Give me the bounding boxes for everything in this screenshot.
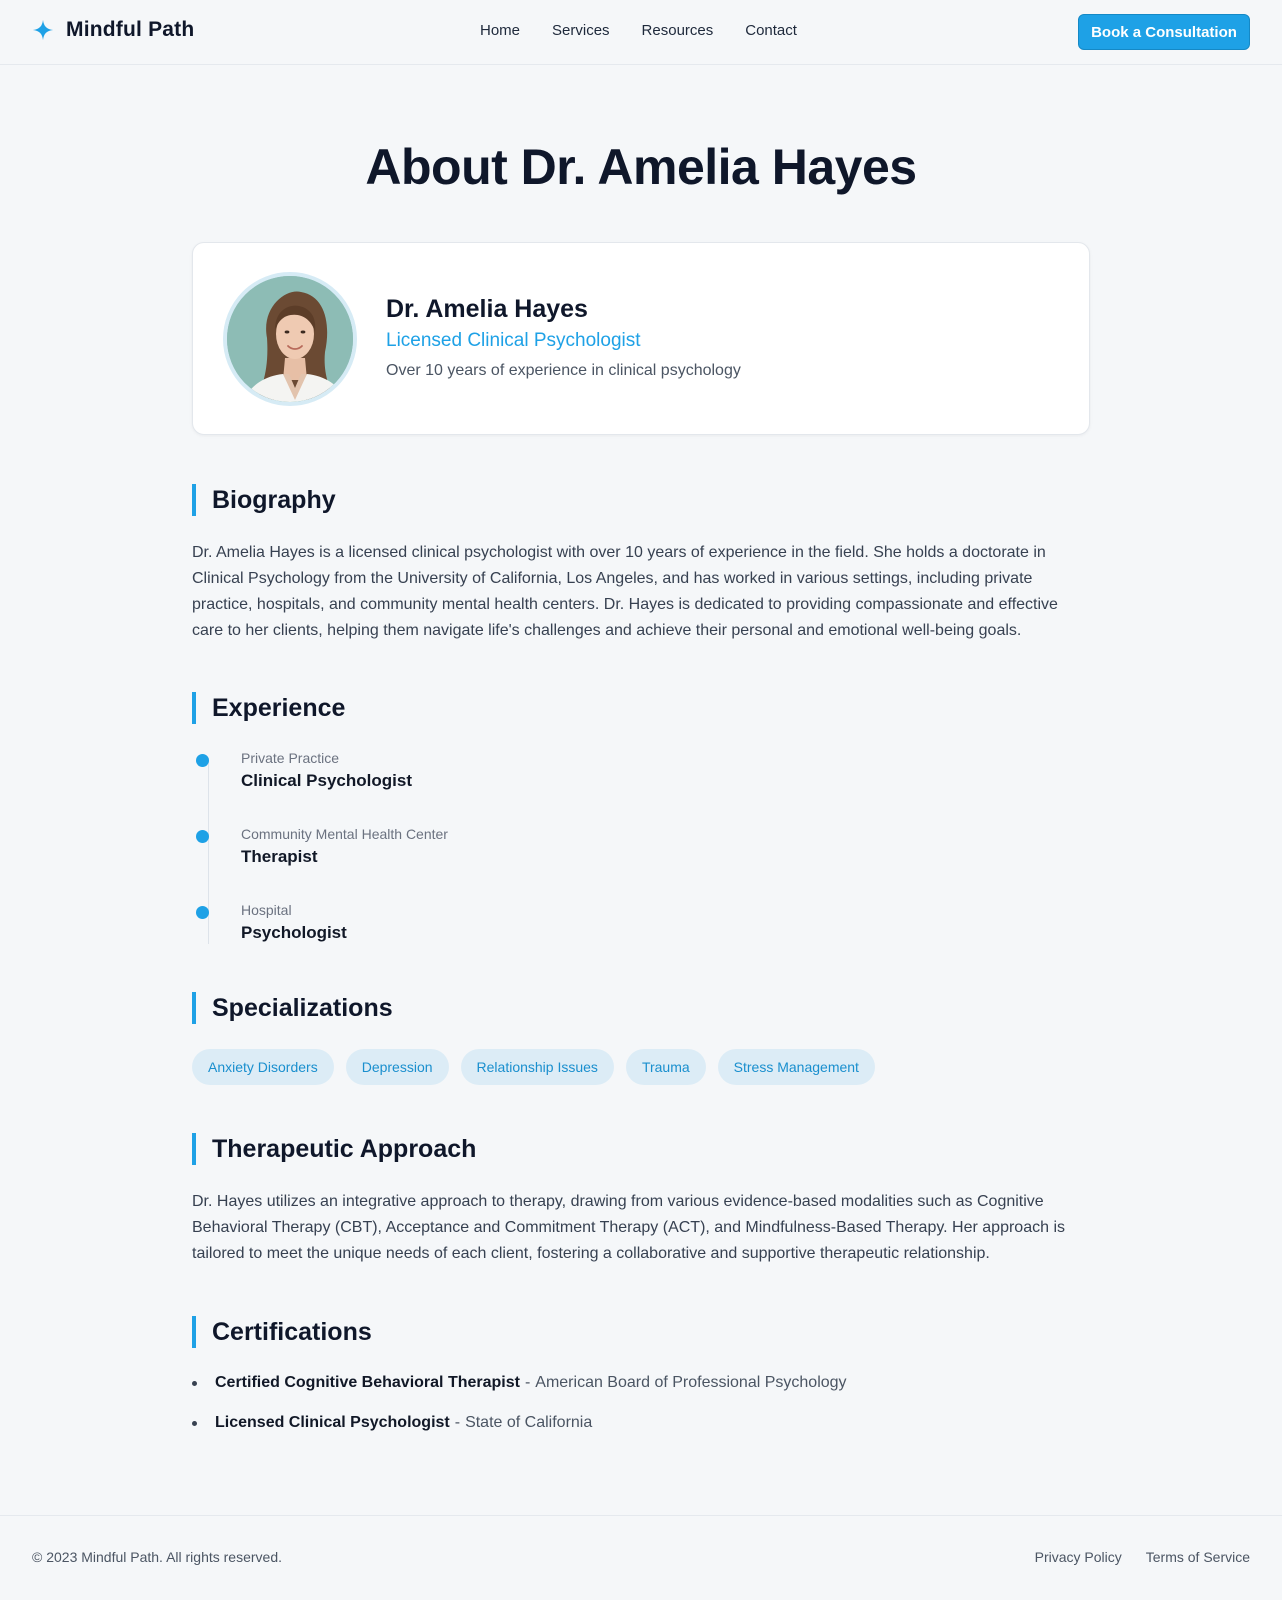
certification-item: Licensed Clinical Psychologist - State o…: [192, 1414, 592, 1432]
profile-role: Licensed Clinical Psychologist: [386, 330, 641, 351]
tag-anxiety-disorders[interactable]: Anxiety Disorders: [192, 1049, 334, 1085]
page-title: About Dr. Amelia Hayes: [365, 139, 917, 195]
experience-role: Therapist: [241, 847, 318, 866]
certification-issuer: American Board of Professional Psycholog…: [535, 1374, 847, 1391]
biography-text: Dr. Amelia Hayes is a licensed clinical …: [192, 544, 1058, 639]
tag-depression[interactable]: Depression: [345, 1049, 449, 1085]
timeline-line: [208, 758, 209, 944]
section-heading-experience: Experience: [192, 692, 345, 724]
profile-name: Dr. Amelia Hayes: [386, 295, 588, 323]
brand-name: Mindful Path: [66, 18, 195, 41]
book-consultation-button[interactable]: Book a Consultation: [1078, 14, 1250, 50]
main-nav: Home Services Resources Contact: [480, 22, 797, 39]
certification-name: Licensed Clinical Psychologist: [215, 1414, 450, 1431]
site-header: Mindful Path Home Services Resources Con…: [0, 0, 1282, 65]
footer-links: Privacy Policy Terms of Service: [1035, 1549, 1250, 1565]
section-heading-specializations: Specializations: [192, 992, 393, 1024]
brand[interactable]: Mindful Path: [32, 18, 194, 42]
experience-org: Hospital: [241, 902, 292, 918]
timeline-dot: [196, 906, 209, 919]
tag-stress-management[interactable]: Stress Management: [717, 1049, 875, 1085]
nav-services-link[interactable]: Services: [552, 22, 610, 39]
section-heading-approach: Therapeutic Approach: [192, 1133, 476, 1165]
profile-card: Dr. Amelia Hayes Licensed Clinical Psych…: [192, 242, 1090, 435]
approach-text: Dr. Hayes utilizes an integrative approa…: [192, 1193, 1065, 1262]
terms-of-service-link[interactable]: Terms of Service: [1146, 1549, 1250, 1565]
bullet-icon: [192, 1380, 197, 1386]
tag-trauma[interactable]: Trauma: [625, 1049, 706, 1085]
experience-role: Clinical Psychologist: [241, 771, 412, 790]
certification-separator: -: [454, 1414, 461, 1431]
specialization-tags: Anxiety Disorders Depression Relationshi…: [192, 1049, 875, 1085]
site-footer: © 2023 Mindful Path. All rights reserved…: [0, 1515, 1282, 1600]
timeline-dot: [196, 830, 209, 843]
tag-relationship-issues[interactable]: Relationship Issues: [460, 1049, 614, 1085]
experience-org: Community Mental Health Center: [241, 826, 448, 842]
copyright-text: © 2023 Mindful Path. All rights reserved…: [32, 1549, 282, 1565]
nav-resources-link[interactable]: Resources: [642, 22, 714, 39]
sparkle-icon: [32, 19, 54, 41]
portrait-image: [227, 276, 353, 402]
certification-name: Certified Cognitive Behavioral Therapist: [215, 1374, 520, 1391]
profile-experience: Over 10 years of experience in clinical …: [386, 362, 741, 379]
experience-role: Psychologist: [241, 923, 347, 942]
nav-home-link[interactable]: Home: [480, 22, 520, 39]
nav-contact-link[interactable]: Contact: [745, 22, 797, 39]
certification-item: Certified Cognitive Behavioral Therapist…: [192, 1374, 847, 1392]
certification-issuer: State of California: [465, 1414, 593, 1431]
certification-separator: -: [524, 1374, 531, 1391]
avatar: [223, 272, 357, 406]
bullet-icon: [192, 1420, 197, 1426]
experience-org: Private Practice: [241, 750, 340, 766]
timeline-dot: [196, 754, 209, 767]
section-heading-certifications: Certifications: [192, 1316, 372, 1348]
section-heading-biography: Biography: [192, 484, 336, 516]
privacy-policy-link[interactable]: Privacy Policy: [1035, 1549, 1122, 1565]
